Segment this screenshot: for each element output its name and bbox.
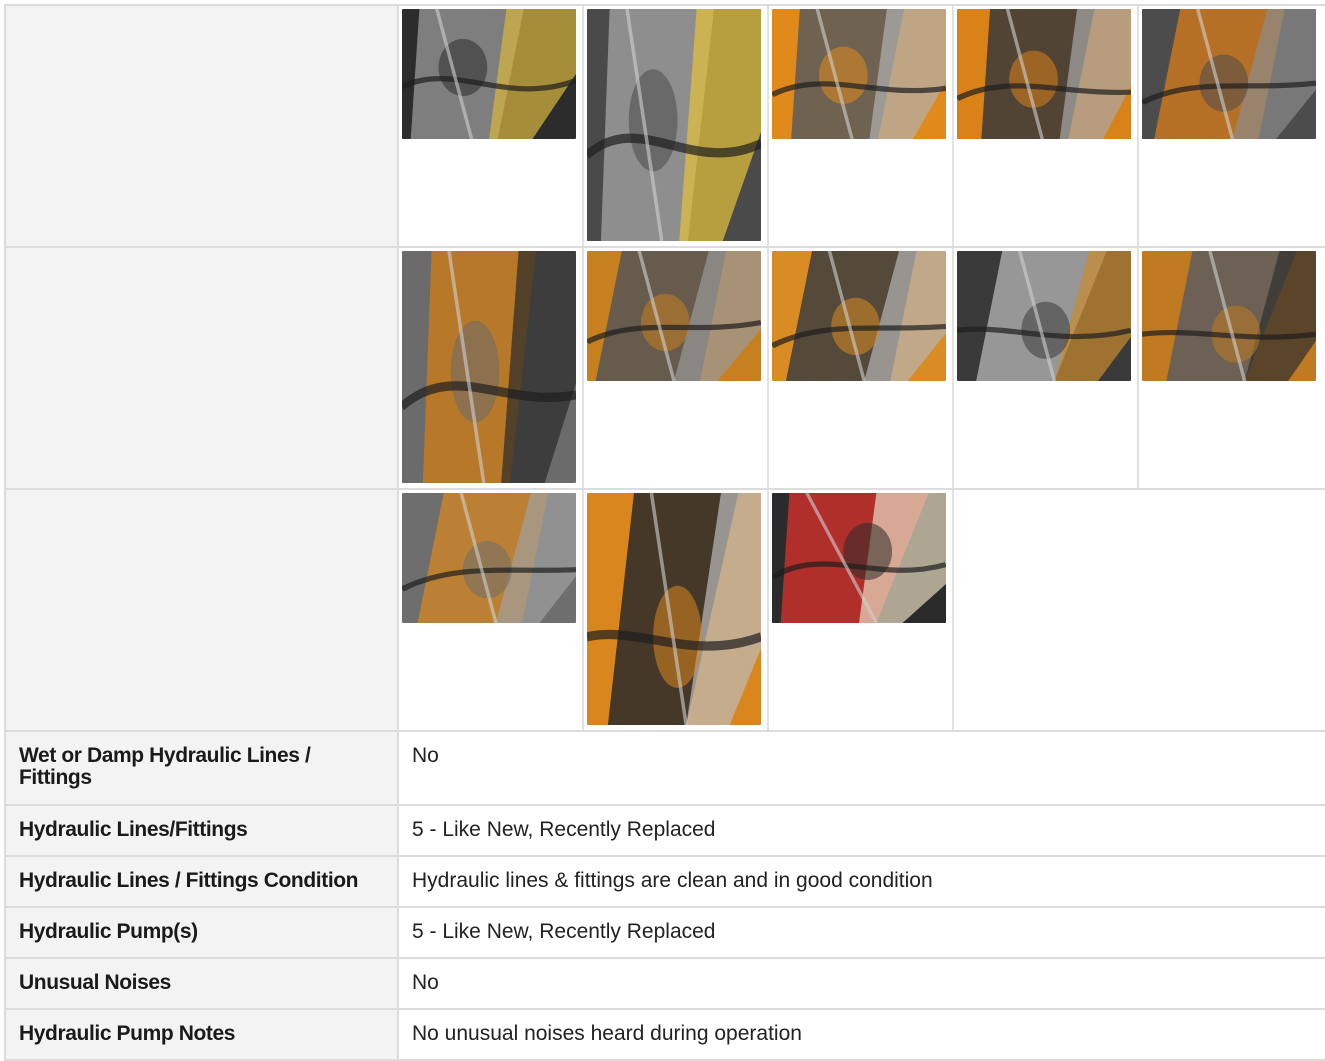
field-value: 5 - Like New, Recently Replaced xyxy=(399,908,1325,957)
field-label: Wet or Damp Hydraulic Lines / Fittings xyxy=(4,732,399,804)
photo-image xyxy=(957,251,1131,381)
photo-gallery xyxy=(399,248,1325,488)
field-value: No unusual noises heard during operation xyxy=(399,1010,1325,1059)
photo-cell xyxy=(769,248,954,488)
field-value: No xyxy=(399,732,1325,804)
row-label-empty xyxy=(4,6,399,246)
photo-cell xyxy=(954,248,1139,488)
photo-cell xyxy=(1139,248,1324,488)
photo-cell xyxy=(1139,6,1324,246)
photo-cell xyxy=(769,490,954,730)
photo-image xyxy=(772,9,946,139)
photo-image xyxy=(402,493,576,623)
inspection-photo[interactable] xyxy=(402,493,576,623)
inspection-photo[interactable] xyxy=(1142,9,1316,139)
field-value: Hydraulic lines & fittings are clean and… xyxy=(399,857,1325,906)
photo-gallery xyxy=(399,490,1325,730)
field-label: Hydraulic Pump(s) xyxy=(4,908,399,957)
inspection-photo[interactable] xyxy=(957,251,1131,381)
inspection-photo[interactable] xyxy=(772,251,946,381)
inspection-photo[interactable] xyxy=(587,9,761,241)
photo-image xyxy=(1142,9,1316,139)
field-row-lines-fittings: Hydraulic Lines/Fittings 5 - Like New, R… xyxy=(4,806,1325,857)
photo-gallery xyxy=(399,6,1325,246)
inspection-photo[interactable] xyxy=(1142,251,1316,381)
field-value: No xyxy=(399,959,1325,1008)
field-label: Unusual Noises xyxy=(4,959,399,1008)
photo-cell xyxy=(399,248,584,488)
field-value: 5 - Like New, Recently Replaced xyxy=(399,806,1325,855)
field-row-pump: Hydraulic Pump(s) 5 - Like New, Recently… xyxy=(4,908,1325,959)
photo-image xyxy=(1142,251,1316,381)
row-label-empty xyxy=(4,490,399,730)
photo-image xyxy=(402,9,576,139)
photo-cell xyxy=(769,6,954,246)
photo-cell xyxy=(954,6,1139,246)
photo-image xyxy=(587,493,761,725)
field-row-noises: Unusual Noises No xyxy=(4,959,1325,1010)
inspection-photo[interactable] xyxy=(772,493,946,623)
field-label: Hydraulic Lines / Fittings Condition xyxy=(4,857,399,906)
photo-image xyxy=(402,251,576,483)
inspection-table: Wet or Damp Hydraulic Lines / Fittings N… xyxy=(4,4,1325,1061)
inspection-photo[interactable] xyxy=(957,9,1131,139)
row-label-empty xyxy=(4,248,399,488)
photo-image xyxy=(957,9,1131,139)
photo-cell xyxy=(399,490,584,730)
inspection-photo[interactable] xyxy=(587,251,761,381)
photo-image xyxy=(772,251,946,381)
field-label: Hydraulic Lines/Fittings xyxy=(4,806,399,855)
photo-cell xyxy=(584,248,769,488)
photo-cell-empty xyxy=(954,490,1139,730)
photo-cell xyxy=(584,6,769,246)
inspection-photo[interactable] xyxy=(402,251,576,483)
field-row-pump-notes: Hydraulic Pump Notes No unusual noises h… xyxy=(4,1010,1325,1061)
photo-image xyxy=(587,251,761,381)
photo-image xyxy=(772,493,946,623)
photo-row xyxy=(4,490,1325,732)
photo-image xyxy=(587,9,761,241)
inspection-photo[interactable] xyxy=(587,493,761,725)
field-label: Hydraulic Pump Notes xyxy=(4,1010,399,1059)
photo-row xyxy=(4,4,1325,248)
photo-row xyxy=(4,248,1325,490)
photo-cell xyxy=(399,6,584,246)
inspection-photo[interactable] xyxy=(402,9,576,139)
field-row-lines-condition: Hydraulic Lines / Fittings Condition Hyd… xyxy=(4,857,1325,908)
photo-cell xyxy=(584,490,769,730)
inspection-photo[interactable] xyxy=(772,9,946,139)
field-row-wet-lines: Wet or Damp Hydraulic Lines / Fittings N… xyxy=(4,732,1325,806)
